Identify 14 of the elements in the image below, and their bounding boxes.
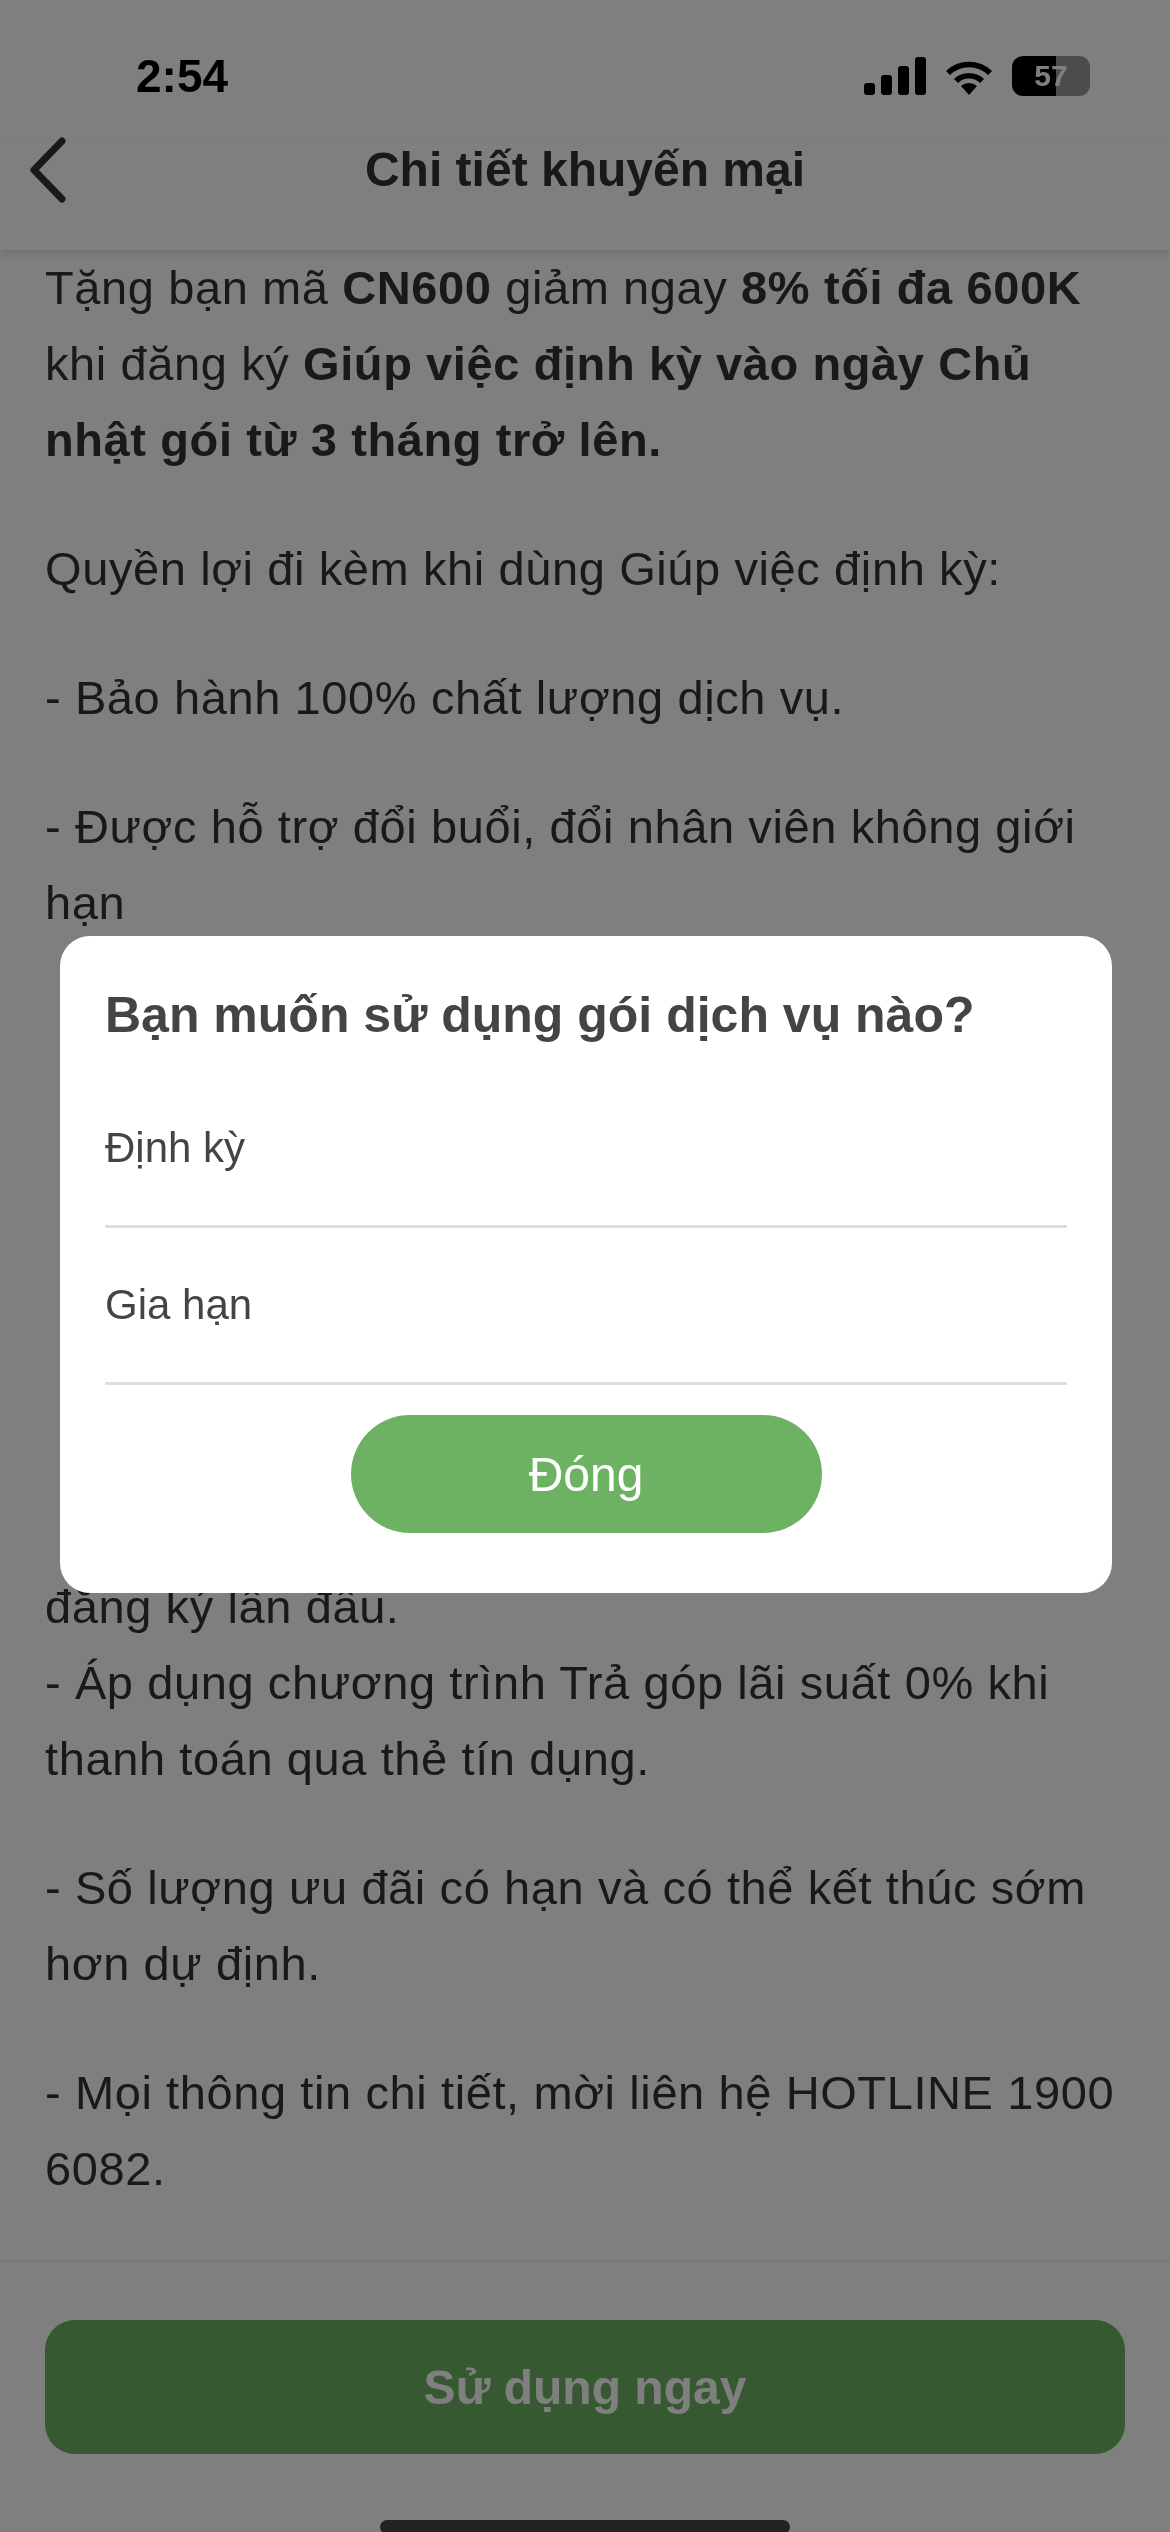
paragraph: - Bảo hành 100% chất lượng dịch vụ.: [45, 670, 846, 726]
back-icon[interactable]: [28, 137, 68, 203]
paragraph: - Áp dụng chương trình Trả góp lãi suất 0% khi thanh toán qua thẻ tín dụng.: [45, 1655, 1051, 1787]
option-item[interactable]: Gia hạn: [105, 1228, 1067, 1385]
dialog-title: Bạn muốn sử dụng gói dịch vụ nào?: [105, 986, 976, 1044]
paragraph: Tặng bạn mã CN600 giảm ngay 8% tối đa 600K khi đăng ký Giúp việc định kỳ vào ngày Chủ nhật gói từ 3 tháng trở lên.: [45, 260, 1083, 468]
option-item[interactable]: Định kỳ: [105, 1071, 1067, 1228]
paragraph: Quyền lợi đi kèm khi dùng Giúp việc định kỳ:: [45, 541, 1002, 597]
status-time: 2:54: [136, 49, 229, 103]
paragraph: - Mọi thông tin chi tiết, mời liên hệ HOTLINE 1900 6082.: [45, 2065, 1116, 2197]
signal-icon: [864, 57, 926, 95]
paragraph: - Được hỗ trợ đổi buổi, đổi nhân viên không giới hạn: [45, 799, 1077, 931]
page-title: Chi tiết khuyến mại: [364, 142, 806, 198]
paragraph: - Số lượng ưu đãi có hạn và có thể kết thúc sớm hơn dự định.: [45, 1860, 1088, 1992]
